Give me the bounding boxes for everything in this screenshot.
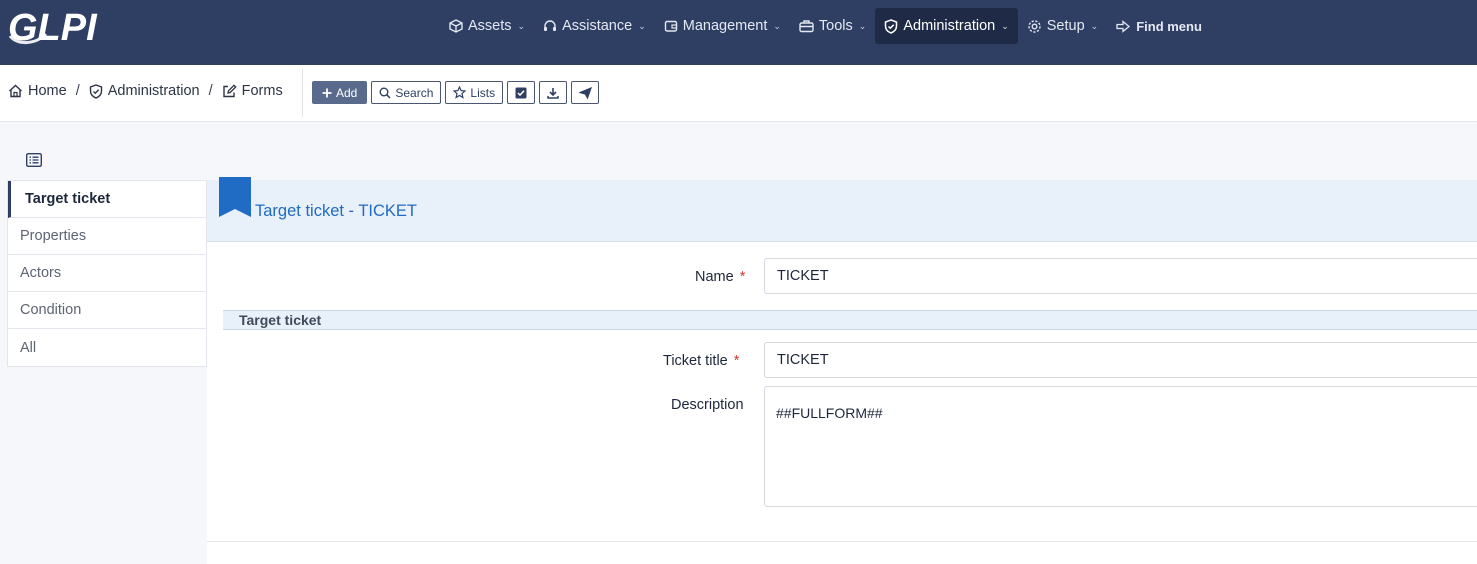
name-label: Name * <box>695 269 745 285</box>
menu-assets[interactable]: Assets ⌄ <box>440 8 534 44</box>
breadcrumb-home[interactable]: Home <box>8 83 67 99</box>
download-icon <box>547 87 559 99</box>
form-tabs: Target ticket Properties Actors Conditio… <box>7 180 207 367</box>
menu-setup[interactable]: Setup ⌄ <box>1018 8 1107 44</box>
arrow-right-icon <box>1116 19 1131 33</box>
glpi-logo[interactable]: GLPI <box>6 6 110 48</box>
chevron-down-icon: ⌄ <box>1090 20 1099 31</box>
download-button[interactable] <box>539 81 568 104</box>
gear-icon <box>1027 19 1042 34</box>
checklist-button[interactable] <box>507 81 536 104</box>
required-marker: * <box>733 353 740 369</box>
description-label: Description <box>671 397 744 413</box>
ticket-title-label: Ticket title * <box>663 353 739 369</box>
name-field[interactable]: TICKET <box>764 258 1477 294</box>
breadcrumb-home-label: Home <box>28 83 67 99</box>
menu-management[interactable]: Management ⌄ <box>655 8 790 44</box>
menu-assets-label: Assets <box>468 18 512 34</box>
ticket-title-label-text: Ticket title <box>663 353 728 369</box>
find-menu-button[interactable]: Find menu <box>1107 8 1211 44</box>
star-icon <box>453 86 467 99</box>
name-label-text: Name <box>695 269 734 285</box>
required-marker: * <box>739 269 746 285</box>
lists-button-label: Lists <box>470 85 496 100</box>
chevron-down-icon: ⌄ <box>773 20 781 31</box>
search-button-label: Search <box>395 85 434 100</box>
wallet-icon <box>664 19 678 33</box>
breadcrumb-administration-label: Administration <box>107 83 200 99</box>
section-header: Target ticket <box>223 310 1477 330</box>
main-menu: Assets ⌄ Assistance ⌄ Management ⌄ Tools… <box>440 8 1211 44</box>
tab-condition[interactable]: Condition <box>8 292 206 329</box>
menu-administration[interactable]: Administration ⌄ <box>875 8 1018 44</box>
breadcrumb-forms[interactable]: Forms <box>222 83 283 99</box>
description-textarea[interactable]: ##FULLFORM## <box>764 386 1477 507</box>
secondary-bar: Home / Administration / Forms Add Search <box>0 65 1477 122</box>
target-ticket-panel: Target ticket - TICKET Name * TICKET Targ… <box>207 177 1477 564</box>
chevron-down-icon: ⌄ <box>858 20 867 31</box>
menu-administration-label: Administration <box>903 18 996 34</box>
find-menu-label: Find menu <box>1136 18 1202 34</box>
shield-icon <box>89 83 103 99</box>
menu-assistance-label: Assistance <box>562 18 633 34</box>
plus-icon <box>322 88 332 98</box>
bookmark-icon <box>219 177 251 220</box>
tab-actors[interactable]: Actors <box>8 255 206 292</box>
tab-properties[interactable]: Properties <box>8 218 206 255</box>
search-button[interactable]: Search <box>371 81 442 104</box>
breadcrumb-separator: / <box>75 83 80 99</box>
menu-assistance[interactable]: Assistance ⌄ <box>534 8 655 44</box>
headset-icon <box>543 19 557 33</box>
breadcrumb-administration[interactable]: Administration <box>89 83 200 99</box>
list-icon[interactable] <box>25 152 43 170</box>
menu-management-label: Management <box>682 18 768 34</box>
square-check-icon <box>515 87 527 99</box>
breadcrumb-forms-label: Forms <box>241 83 283 99</box>
tab-target-ticket[interactable]: Target ticket <box>8 181 206 218</box>
add-button-label: Add <box>336 85 358 100</box>
top-navbar: GLPI Assets ⌄ Assistance ⌄ Management ⌄ <box>0 0 1477 65</box>
chevron-down-icon: ⌄ <box>517 20 526 31</box>
panel-title: Target ticket - TICKET <box>255 202 417 220</box>
chevron-down-icon: ⌄ <box>638 20 646 31</box>
paper-plane-icon <box>578 86 592 99</box>
logo-text: GLPI <box>8 7 98 48</box>
home-icon <box>8 84 23 98</box>
toolbar: Add Search Lists <box>312 81 600 104</box>
send-button[interactable] <box>571 81 600 104</box>
briefcase-icon <box>799 19 814 33</box>
menu-tools[interactable]: Tools ⌄ <box>790 8 875 44</box>
chevron-down-icon: ⌄ <box>1001 20 1009 31</box>
lists-button[interactable]: Lists <box>445 81 504 104</box>
shield-icon <box>884 18 898 34</box>
menu-tools-label: Tools <box>818 18 853 34</box>
divider <box>207 541 1477 542</box>
menu-setup-label: Setup <box>1046 18 1085 34</box>
panel-header: Target ticket - TICKET <box>207 177 1477 242</box>
breadcrumb: Home / Administration / Forms <box>8 83 283 99</box>
cube-icon <box>449 19 463 33</box>
divider <box>302 69 303 117</box>
search-icon <box>379 87 391 99</box>
tab-all[interactable]: All <box>8 329 206 366</box>
ticket-title-field[interactable]: TICKET <box>764 342 1477 378</box>
add-button[interactable]: Add <box>312 81 368 104</box>
edit-icon <box>222 84 237 98</box>
breadcrumb-separator: / <box>208 83 213 99</box>
